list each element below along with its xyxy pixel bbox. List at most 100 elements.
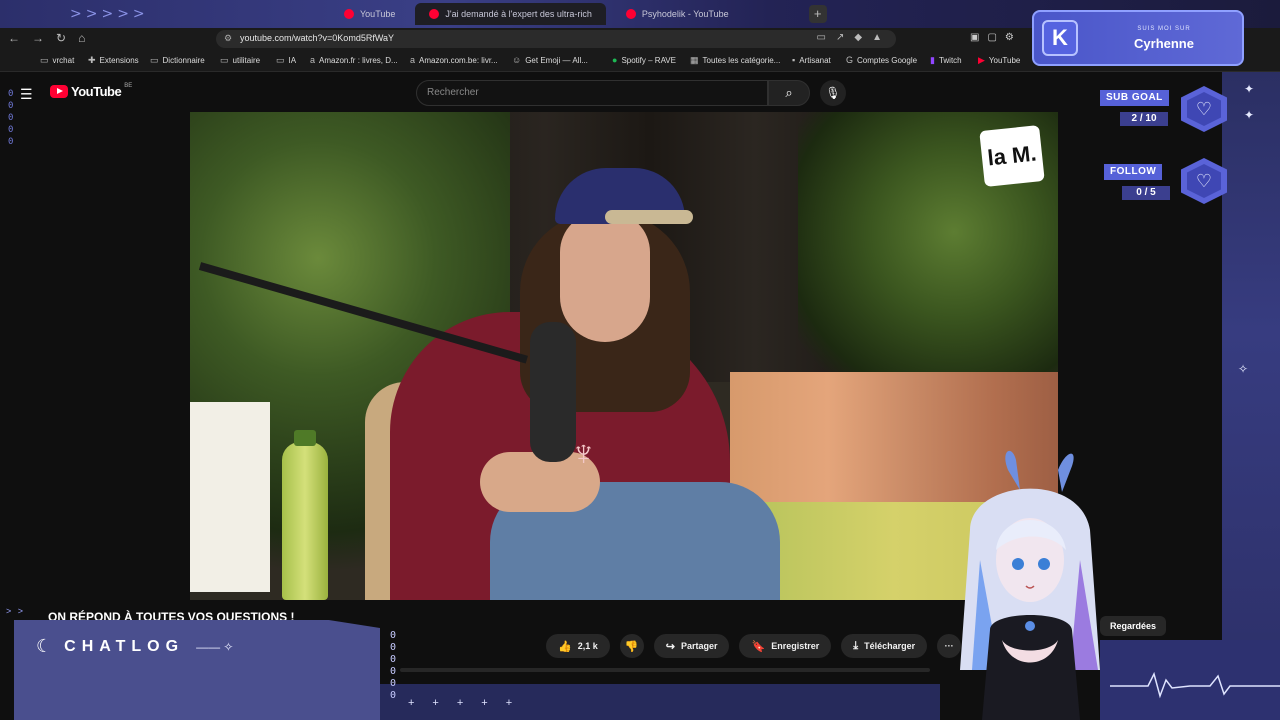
bookmark-icon: ▪ bbox=[792, 55, 796, 65]
video-actions: 👍 2,1 k 👎 ↪ Partager 🔖 Enregistrer ⤓ Télécha… bbox=[546, 634, 962, 658]
search-button[interactable]: ⌕ bbox=[768, 80, 810, 106]
alert-extension-icon[interactable]: ▲ bbox=[872, 32, 882, 43]
kick-logo-icon: K bbox=[1042, 20, 1078, 56]
youtube-favicon-icon bbox=[625, 9, 636, 19]
home-icon[interactable]: ⌂ bbox=[78, 31, 85, 45]
bookmark-item[interactable]: ▭ Dictionnaire bbox=[150, 55, 205, 66]
bookmark-item[interactable]: ☺ Get Emoji — All... bbox=[512, 55, 588, 65]
folder-icon: ▭ bbox=[150, 55, 159, 65]
sparkle-icon: ✦ bbox=[1244, 82, 1255, 96]
youtube-header: ☰ YouTube BE Rechercher ⌕ 🎙 bbox=[0, 72, 1280, 112]
chevron-decoration-icon: >>>>> bbox=[70, 6, 149, 22]
youtube-play-icon bbox=[50, 85, 68, 98]
bookmark-item[interactable]: ▮ Twitch bbox=[930, 55, 962, 66]
spotify-icon: ● bbox=[612, 55, 618, 65]
divider-star-icon: —— ✧ bbox=[196, 639, 234, 654]
heart-icon: ♡ bbox=[1187, 164, 1221, 198]
emoji-icon: ☺ bbox=[512, 55, 522, 65]
microphone-icon: 🎙 bbox=[825, 86, 841, 100]
video-cap-brim bbox=[605, 210, 693, 224]
chatlog-panel bbox=[14, 620, 380, 720]
folder-icon: ▭ bbox=[40, 55, 49, 65]
rail-decoration: 00000 bbox=[8, 89, 14, 147]
streamer-name: Cyrhenne bbox=[1134, 36, 1194, 51]
share-arrow-icon: ↪ bbox=[665, 640, 675, 653]
amazon-icon: a bbox=[310, 55, 316, 65]
browser-tab-strip: YouTube J'ai demandé à l'expert des ultr… bbox=[330, 2, 827, 26]
puzzle-icon: ✚ bbox=[88, 55, 96, 65]
browser-tab[interactable]: Psyhodelik - YouTube bbox=[612, 3, 743, 25]
bookmark-item[interactable]: ▭ IA bbox=[276, 55, 296, 66]
settings-icon[interactable]: ⚙ bbox=[1005, 32, 1014, 43]
video-player[interactable]: ♆ la M. bbox=[190, 112, 1058, 600]
google-icon: G bbox=[846, 55, 854, 65]
chevron-decoration-icon: > > bbox=[6, 606, 26, 616]
youtube-logo[interactable]: YouTube BE bbox=[50, 83, 132, 99]
pdf-icon[interactable]: ▣ bbox=[970, 32, 979, 43]
bookmark-item[interactable]: ● Spotify – RAVE bbox=[612, 55, 676, 65]
video-bottle-cap bbox=[294, 430, 316, 446]
youtube-favicon-icon bbox=[429, 9, 440, 19]
heartbeat-decoration bbox=[1110, 671, 1280, 699]
thumbs-down-icon: 👎 bbox=[624, 640, 639, 653]
search-icon: ⌕ bbox=[785, 85, 793, 100]
bookmark-item[interactable]: G Comptes Google bbox=[846, 55, 917, 65]
url-input[interactable]: ⚙ youtube.com/watch?v=0Komd5RfWaY ▭ ↗ ◆ … bbox=[216, 30, 896, 48]
share-icon[interactable]: ↗ bbox=[836, 32, 844, 43]
follow-goal-label: FOLLOW bbox=[1104, 164, 1163, 180]
extension-icon[interactable]: ◆ bbox=[854, 32, 862, 43]
bookmark-item[interactable]: ▶ YouTube bbox=[978, 55, 1020, 66]
bookmark-item[interactable]: ▭ utilitaire bbox=[220, 55, 260, 66]
channel-watermark: la M. bbox=[979, 125, 1045, 187]
reload-icon[interactable]: ↻ bbox=[56, 31, 66, 45]
twitch-icon: ▮ bbox=[930, 55, 935, 65]
browser-tab-active[interactable]: J'ai demandé à l'expert des ultra-rich bbox=[415, 3, 606, 25]
sparkle-icon: ✦ bbox=[1244, 108, 1255, 122]
follow-goal-value: 0 / 5 bbox=[1122, 186, 1170, 200]
bookmark-item[interactable]: ▭ vrchat bbox=[40, 55, 74, 66]
bookmark-item[interactable]: ✚ Extensions bbox=[88, 55, 139, 66]
search-input[interactable]: Rechercher bbox=[416, 80, 768, 106]
sub-goal-label: SUB GOAL bbox=[1100, 90, 1169, 106]
voice-search-button[interactable]: 🎙 bbox=[820, 80, 846, 106]
window-icon[interactable]: ▢ bbox=[987, 32, 996, 43]
bookmark-item[interactable]: a Amazon.com.be: livr... bbox=[410, 55, 498, 65]
like-button[interactable]: 👍 2,1 k bbox=[546, 634, 610, 658]
site-info-icon[interactable]: ⚙ bbox=[224, 33, 232, 44]
download-icon: ⤓ bbox=[853, 639, 859, 652]
moon-icon: ☾ bbox=[36, 636, 53, 656]
grid-icon: ▦ bbox=[690, 55, 699, 65]
video-person-face bbox=[560, 212, 650, 342]
follow-me-card: K SUIS MOI SUR Cyrhenne bbox=[1032, 10, 1244, 66]
download-button[interactable]: ⤓ Télécharger bbox=[841, 634, 928, 658]
sparkle-icon: ✧ bbox=[1238, 362, 1249, 376]
description-divider bbox=[400, 668, 930, 672]
overlay-right-panel: ✦ ✦ ✧ bbox=[1222, 72, 1280, 720]
thumbs-up-icon: 👍 bbox=[558, 640, 572, 653]
overlay-left-rail: 00000 bbox=[0, 28, 26, 168]
rail-decoration: 000000 bbox=[390, 630, 397, 701]
octopus-logo-icon: ♆ bbox=[570, 432, 597, 473]
bookmark-item[interactable]: a Amazon.fr : livres, D... bbox=[310, 55, 398, 65]
dislike-button[interactable]: 👎 bbox=[619, 634, 644, 658]
browser-tab[interactable]: YouTube bbox=[330, 3, 409, 25]
folder-icon: ▭ bbox=[220, 55, 229, 65]
youtube-icon: ▶ bbox=[978, 55, 985, 65]
forward-icon[interactable]: → bbox=[32, 31, 44, 45]
folder-icon: ▭ bbox=[276, 55, 285, 65]
bookmark-item[interactable]: ▦ Toutes les catégorie... bbox=[690, 55, 780, 66]
vtuber-avatar bbox=[960, 450, 1100, 720]
bookmark-item[interactable]: ▪ Artisanat bbox=[792, 55, 831, 65]
bookmark-save-icon: 🔖 bbox=[751, 640, 766, 653]
heart-icon: ♡ bbox=[1187, 92, 1221, 126]
extensions-area: ▣ ▢ ⚙ bbox=[970, 32, 1014, 43]
youtube-favicon-icon bbox=[344, 9, 354, 19]
new-tab-button[interactable]: + bbox=[808, 5, 827, 23]
screen-cast-icon[interactable]: ▭ bbox=[817, 32, 826, 43]
chatlog-header: ☾ CHATLOG —— ✧ bbox=[36, 636, 234, 656]
share-button[interactable]: ↪ Partager bbox=[653, 634, 730, 658]
save-button[interactable]: 🔖 Enregistrer bbox=[739, 634, 832, 658]
video-lamp bbox=[190, 402, 270, 592]
sub-goal-value: 2 / 10 bbox=[1120, 112, 1168, 126]
follow-goal-hex: ♡ bbox=[1181, 158, 1227, 204]
